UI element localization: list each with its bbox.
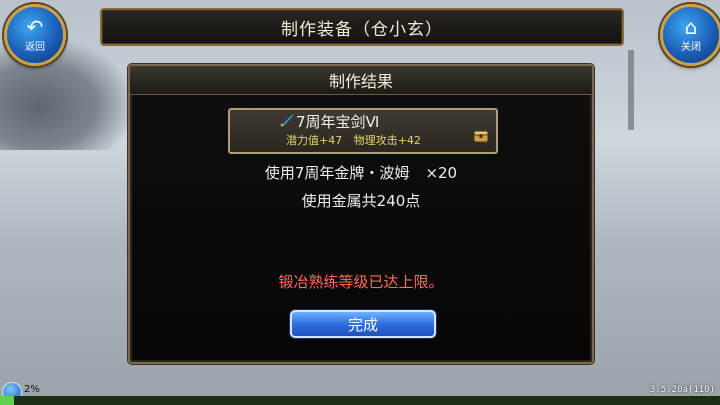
progress-fill (0, 396, 15, 405)
dialog-title: 制作结果 (130, 66, 592, 95)
version-label: 3.5.20a(110) (650, 385, 716, 395)
back-button-label: 返回 (25, 42, 45, 53)
home-icon: ⌂ (684, 15, 698, 39)
chest-icon[interactable] (472, 128, 490, 144)
page-title: 制作装备（仓小玄） (100, 8, 624, 46)
close-button[interactable]: ⌂ 关闭 (660, 4, 720, 66)
material-quantity: ×20 (425, 164, 458, 182)
background-post (628, 50, 634, 130)
back-button[interactable]: ↶ 返回 (4, 4, 66, 66)
stat-potential: 潜力值+47 (286, 134, 343, 147)
result-dialog: 制作结果 7周年宝剑Ⅵ 潜力值+47 物理攻击+42 使用7周年金牌・波姆 ×20… (128, 64, 594, 364)
warning-message: 锻冶熟练等级已达上限。 (278, 273, 444, 291)
back-arrow-icon: ↶ (26, 15, 44, 39)
stat-attack: 物理攻击+42 (353, 134, 421, 147)
item-name: 7周年宝剑Ⅵ (296, 113, 380, 131)
item-card[interactable]: 7周年宝剑Ⅵ 潜力值+47 物理攻击+42 (228, 108, 498, 154)
material-line-medal: 使用7周年金牌・波姆 ×20 (130, 162, 592, 183)
progress-percent: 2% (24, 384, 40, 395)
material-line-metal: 使用金属共240点 (301, 192, 421, 210)
sword-icon (280, 113, 294, 127)
material-name: 使用7周年金牌・波姆 (264, 164, 410, 182)
close-button-label: 关闭 (681, 42, 701, 53)
done-button[interactable]: 完成 (290, 310, 436, 338)
progress-bar (0, 396, 720, 405)
item-stats: 潜力值+47 物理攻击+42 (286, 132, 429, 148)
